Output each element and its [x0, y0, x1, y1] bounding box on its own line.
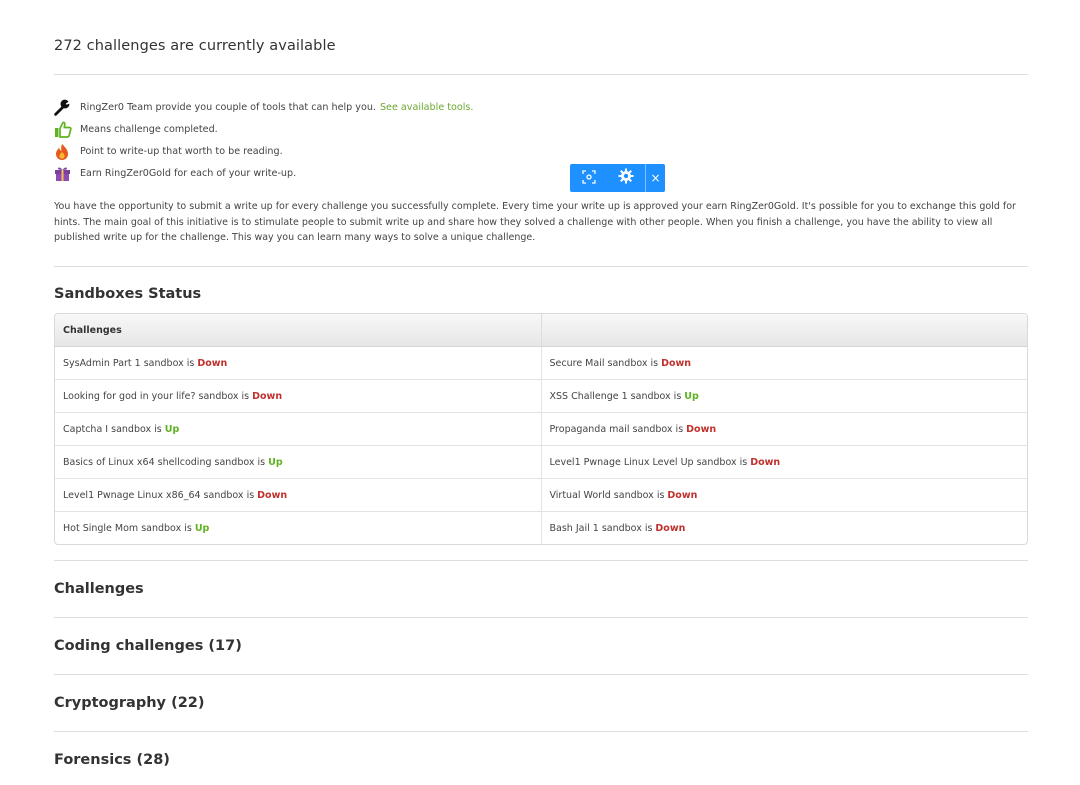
sandbox-name: Basics of Linux x64 shellcoding sandbox …: [63, 456, 266, 468]
see-tools-link[interactable]: See available tools.: [380, 102, 474, 113]
divider: [54, 560, 1028, 561]
sandbox-cell: Basics of Linux x64 shellcoding sandbox …: [55, 446, 541, 478]
sandbox-cell: Level1 Pwnage Linux x86_64 sandbox is Dow…: [55, 479, 541, 511]
challenges-title: Challenges: [54, 581, 144, 597]
status-badge: Up: [268, 456, 283, 468]
screenshot-icon: [582, 169, 596, 188]
wrench-icon: [54, 98, 74, 116]
sandbox-name: SysAdmin Part 1 sandbox is: [63, 357, 195, 369]
sandbox-name: Level1 Pwnage Linux x86_64 sandbox is: [63, 489, 255, 501]
sandbox-name: Propaganda mail sandbox is: [549, 423, 684, 435]
intro-paragraph: You have the opportunity to submit a wri…: [54, 201, 1016, 243]
table-row: Looking for god in your life? sandbox is…: [55, 379, 1027, 412]
sandbox-cell: Bash Jail 1 sandbox is Down: [540, 512, 1028, 544]
close-button[interactable]: ×: [645, 164, 665, 192]
screenshot-button[interactable]: [570, 164, 608, 192]
category-count: (22): [171, 695, 205, 711]
sandbox-name: Looking for god in your life? sandbox is: [63, 390, 250, 402]
divider: [54, 674, 1028, 675]
legend-item-writeup: Point to write-up that worth to be readi…: [54, 140, 473, 162]
column-header: Challenges: [63, 324, 122, 336]
sandbox-name: Hot Single Mom sandbox is: [63, 522, 192, 534]
table-body: SysAdmin Part 1 sandbox is Down Secure Mai…: [55, 347, 1027, 544]
sandbox-cell: Propaganda mail sandbox is Down: [540, 413, 1028, 445]
sandbox-cell: Level1 Pwnage Linux Level Up sandbox is D…: [540, 446, 1028, 478]
category-coding[interactable]: Coding challenges (17): [54, 638, 242, 654]
thumbs-up-icon: [54, 120, 74, 138]
status-badge: Up: [164, 423, 180, 435]
divider: [54, 74, 1028, 75]
status-badge: Down: [257, 489, 288, 501]
floating-toolbar: ×: [570, 164, 665, 192]
table-header: Challenges: [55, 314, 1027, 347]
table-row: Basics of Linux x64 shellcoding sandbox …: [55, 445, 1027, 478]
close-icon: ×: [650, 171, 661, 185]
gift-icon: [54, 164, 74, 182]
legend-item-gold: Earn RingZer0Gold for each of your write…: [54, 162, 473, 184]
legend-text: Point to write-up that worth to be readi…: [80, 145, 283, 157]
sandbox-cell: Secure Mail sandbox is Down: [540, 347, 1028, 379]
category-forensics[interactable]: Forensics (28): [54, 752, 170, 768]
divider: [54, 266, 1028, 267]
sandbox-name: Virtual World sandbox is: [549, 489, 665, 501]
category-name: Forensics: [54, 752, 132, 768]
legend-item-tools: RingZer0 Team provide you couple of tool…: [54, 96, 473, 118]
fire-icon: [54, 142, 74, 160]
sandbox-cell: SysAdmin Part 1 sandbox is Down: [55, 347, 541, 379]
sandbox-name: Captcha I sandbox is: [63, 423, 162, 435]
status-badge: Up: [684, 390, 699, 402]
sandbox-cell: XSS Challenge 1 sandbox is Up: [540, 380, 1028, 412]
sandboxes-table: Challenges SysAdmin Part 1 sandbox is Dow…: [54, 313, 1028, 545]
status-badge: Down: [686, 423, 717, 435]
table-row: SysAdmin Part 1 sandbox is Down Secure Mai…: [55, 347, 1027, 379]
legend-text: RingZer0 Team provide you couple of tool…: [80, 101, 376, 113]
legend-text: Means challenge completed.: [80, 123, 218, 135]
sandbox-name: Bash Jail 1 sandbox is: [549, 522, 653, 534]
column-header-empty: [540, 314, 1028, 346]
status-badge: Down: [655, 522, 686, 534]
table-row: Captcha I sandbox is Up Propaganda mail sa…: [55, 412, 1027, 445]
settings-button[interactable]: [608, 164, 646, 192]
category-name: Coding challenges: [54, 638, 204, 654]
category-count: (17): [208, 638, 242, 654]
sandbox-name: Secure Mail sandbox is: [549, 357, 659, 369]
status-badge: Up: [194, 522, 210, 534]
sandbox-cell: Looking for god in your life? sandbox is…: [55, 380, 541, 412]
sandbox-cell: Hot Single Mom sandbox is Up: [55, 512, 541, 544]
category-cryptography[interactable]: Cryptography (22): [54, 695, 205, 711]
status-badge: Down: [667, 489, 698, 501]
status-badge: Down: [750, 456, 781, 468]
status-badge: Down: [661, 357, 692, 369]
status-badge: Down: [252, 390, 283, 402]
sandbox-name: XSS Challenge 1 sandbox is: [549, 390, 682, 402]
table-row: Hot Single Mom sandbox is Up Bash Jail 1 s…: [55, 511, 1027, 544]
sandbox-cell: Captcha I sandbox is Up: [55, 413, 541, 445]
sandboxes-title: Sandboxes Status: [54, 286, 202, 302]
sandbox-cell: Virtual World sandbox is Down: [540, 479, 1028, 511]
category-name: Cryptography: [54, 695, 166, 711]
status-badge: Down: [197, 357, 228, 369]
table-row: Level1 Pwnage Linux x86_64 sandbox is Dow…: [55, 478, 1027, 511]
category-count: (28): [136, 752, 170, 768]
legend: RingZer0 Team provide you couple of tool…: [54, 96, 473, 184]
divider: [54, 731, 1028, 732]
divider: [54, 617, 1028, 618]
legend-item-completed: Means challenge completed.: [54, 118, 473, 140]
legend-text: Earn RingZer0Gold for each of your write…: [80, 167, 297, 179]
page-title: 272 challenges are currently available: [54, 38, 336, 54]
gear-icon: [618, 168, 634, 188]
sandbox-name: Level1 Pwnage Linux Level Up sandbox is: [549, 456, 748, 468]
